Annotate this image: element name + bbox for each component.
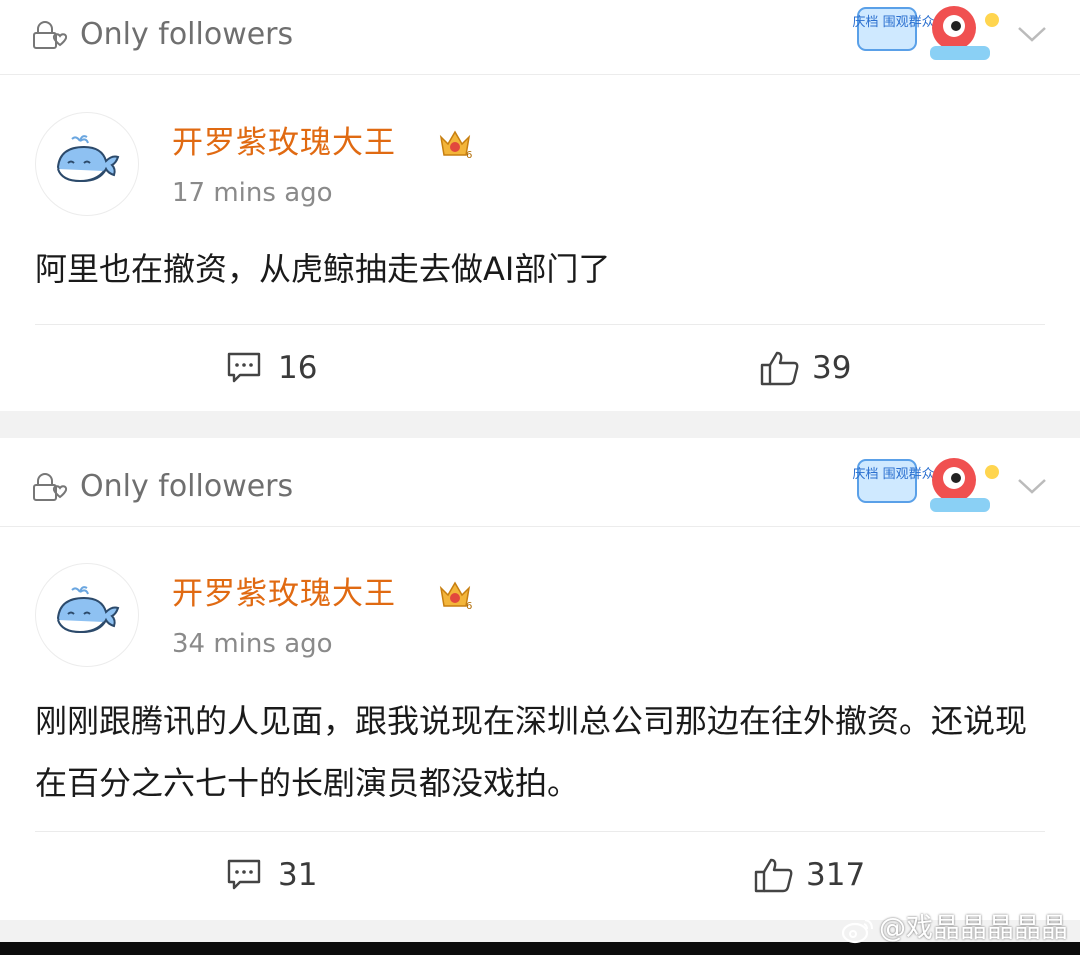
post-card-2: Only followers 国庆档 围观群众 开罗紫玫瑰大王 6 34 min… bbox=[0, 438, 1080, 920]
national-day-badge: 国庆档 围观群众 bbox=[852, 6, 999, 60]
svg-text:6: 6 bbox=[466, 150, 472, 161]
username[interactable]: 开罗紫玫瑰大王 bbox=[172, 574, 396, 614]
thumbs-up-icon bbox=[760, 351, 799, 386]
comment-icon bbox=[227, 859, 261, 890]
post-time: 17 mins ago bbox=[172, 178, 333, 208]
post-content: 阿里也在撤资，从虎鲸抽走去做AI部门了 bbox=[35, 250, 611, 288]
visibility-label: Only followers bbox=[80, 17, 294, 52]
like-count: 39 bbox=[812, 350, 852, 386]
avatar[interactable] bbox=[35, 112, 139, 216]
post-content: 刚刚跟腾讯的人见面，跟我说现在深圳总公司那边在往外撤资。还说现在百分之六七十的长… bbox=[35, 702, 1028, 802]
thumbs-up-icon bbox=[754, 858, 793, 893]
divider bbox=[35, 324, 1045, 325]
visibility-row: Only followers 国庆档 围观群众 bbox=[0, 452, 1080, 527]
chevron-down-icon[interactable] bbox=[1014, 472, 1050, 498]
weibo-logo-icon bbox=[841, 918, 873, 943]
chevron-down-icon[interactable] bbox=[1014, 20, 1050, 46]
svg-text:6: 6 bbox=[466, 601, 472, 612]
lock-heart-icon bbox=[33, 473, 68, 501]
comment-button[interactable]: 31 bbox=[226, 855, 346, 895]
whale-avatar-icon bbox=[56, 586, 120, 634]
badge-text: 国庆档 围观群众 bbox=[852, 15, 935, 30]
comment-button[interactable]: 16 bbox=[226, 348, 346, 388]
watermark-text: @戏晶晶晶晶晶 bbox=[879, 913, 1068, 944]
divider bbox=[35, 831, 1045, 832]
visibility-label: Only followers bbox=[80, 469, 294, 504]
comment-icon bbox=[227, 352, 261, 383]
whale-avatar-icon bbox=[56, 135, 120, 183]
comment-count: 31 bbox=[278, 857, 318, 893]
like-button[interactable]: 317 bbox=[754, 855, 884, 895]
lock-heart-icon bbox=[33, 21, 68, 49]
username[interactable]: 开罗紫玫瑰大王 bbox=[172, 123, 396, 163]
crown-badge-icon: 6 bbox=[439, 130, 472, 161]
post-separator bbox=[0, 411, 1080, 438]
post-time: 34 mins ago bbox=[172, 629, 333, 659]
like-count: 317 bbox=[806, 857, 866, 893]
like-button[interactable]: 39 bbox=[760, 348, 880, 388]
comment-count: 16 bbox=[278, 350, 318, 386]
visibility-row: Only followers 国庆档 围观群众 bbox=[0, 0, 1080, 75]
post-card-1: Only followers 国庆档 围观群众 开罗紫玫瑰大王 6 17 min… bbox=[0, 0, 1080, 411]
crown-badge-icon: 6 bbox=[439, 581, 472, 612]
avatar[interactable] bbox=[35, 563, 139, 667]
national-day-badge: 国庆档 围观群众 bbox=[852, 458, 999, 512]
watermark: @戏晶晶晶晶晶 bbox=[841, 912, 1068, 946]
badge-text: 国庆档 围观群众 bbox=[852, 467, 935, 482]
